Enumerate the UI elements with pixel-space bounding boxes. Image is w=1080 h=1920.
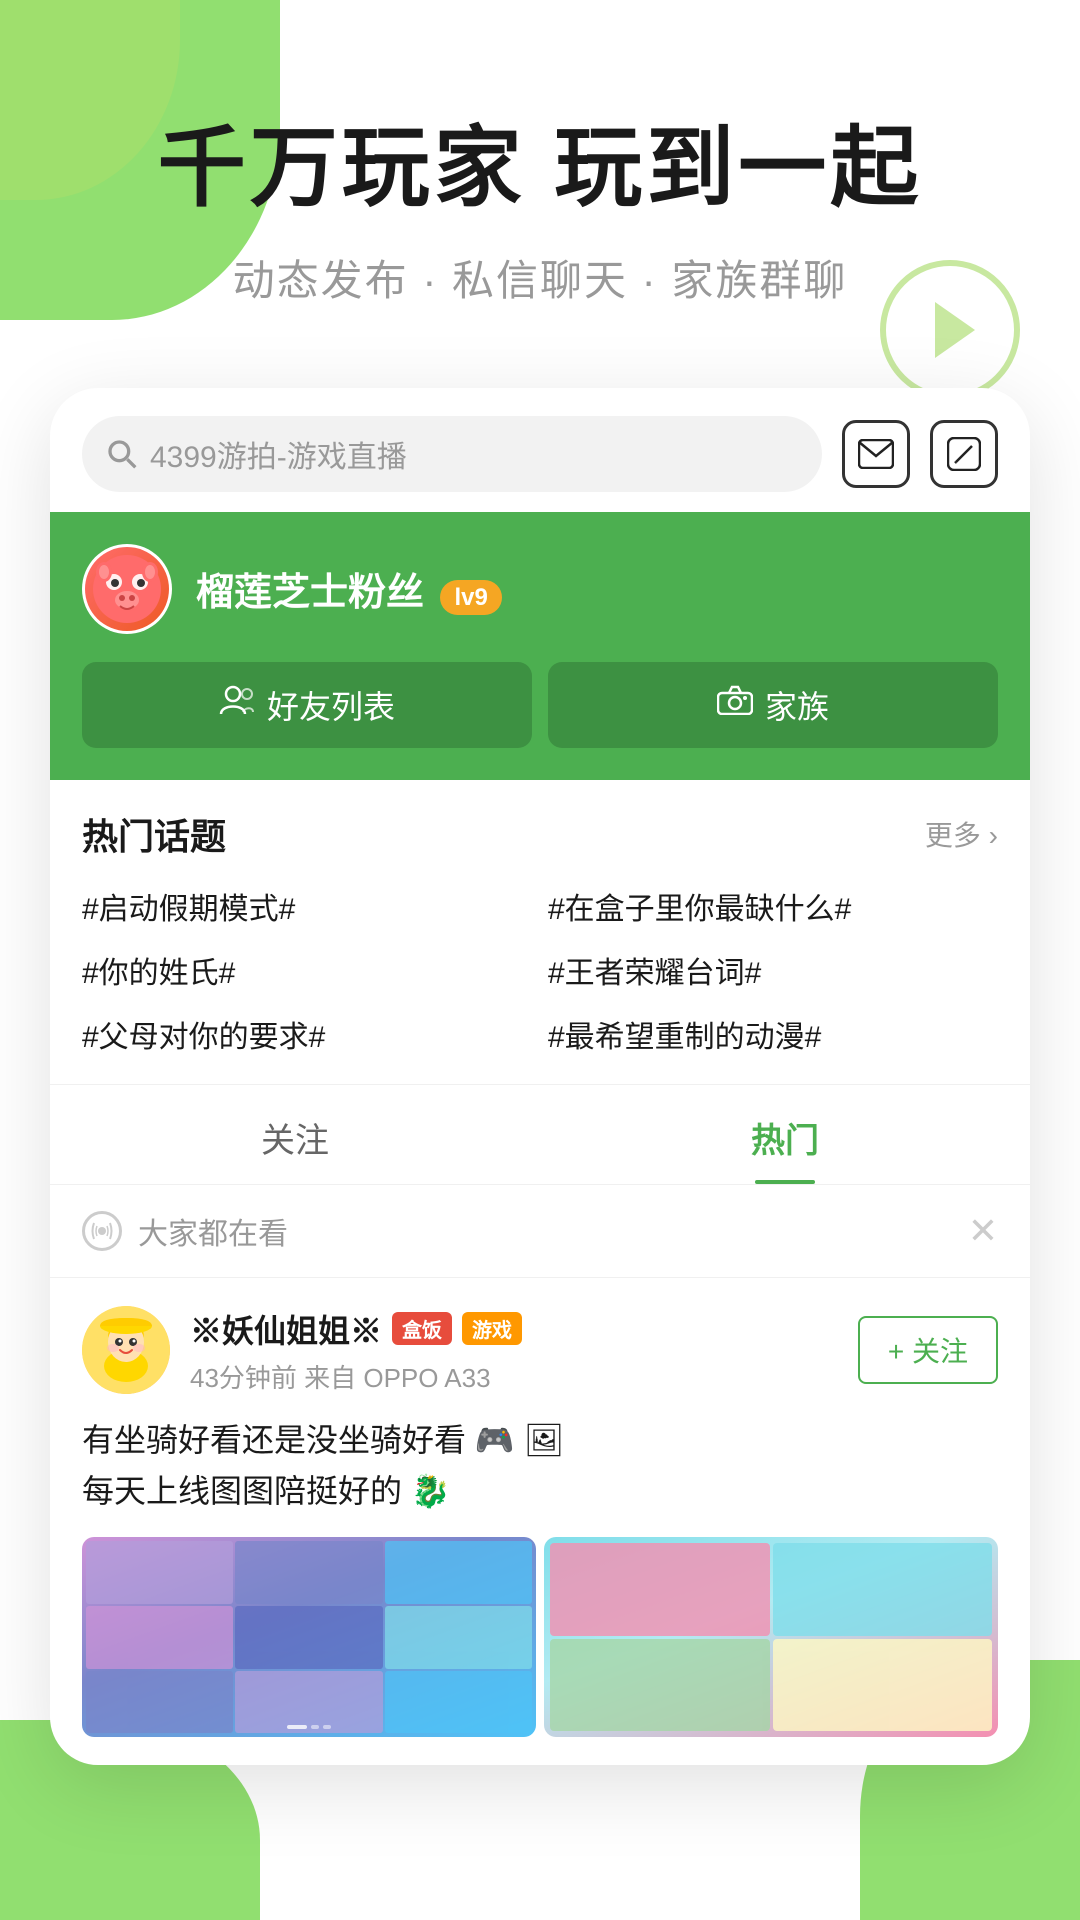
edit-icon xyxy=(947,437,981,471)
hot-topics-section: 热门话题 更多 › #启动假期模式# #在盒子里你最缺什么# #你的姓氏# #王… xyxy=(50,780,1030,1085)
topic-item-3[interactable]: #你的姓氏# xyxy=(82,948,532,992)
topic-item-2[interactable]: #在盒子里你最缺什么# xyxy=(548,884,998,928)
post-username: ※妖仙姐姐※ 盒饭 游戏 xyxy=(190,1306,838,1352)
edit-button[interactable] xyxy=(930,420,998,488)
post-card: ※妖仙姐姐※ 盒饭 游戏 43分钟前 来自 OPPO A33 + 关注 有坐骑好… xyxy=(50,1278,1030,1765)
avatar xyxy=(82,544,172,634)
post-avatar xyxy=(82,1306,170,1394)
post-content: 有坐骑好看还是没坐骑好看 🎮 🖼 每天上线图图陪挺好的 🐉 xyxy=(82,1415,998,1517)
topic-item-6[interactable]: #最希望重制的动漫# xyxy=(548,1012,998,1056)
phone-mockup: 4399游拍-游戏直播 xyxy=(50,388,1030,1765)
family-label: 家族 xyxy=(765,682,829,728)
post-header: ※妖仙姐姐※ 盒饭 游戏 43分钟前 来自 OPPO A33 + 关注 xyxy=(82,1306,998,1395)
search-icon xyxy=(106,438,138,470)
play-decoration xyxy=(880,260,1020,400)
mail-icon xyxy=(858,439,894,469)
post-images xyxy=(82,1537,998,1737)
tab-follow[interactable]: 关注 xyxy=(50,1085,540,1184)
follow-button[interactable]: + 关注 xyxy=(858,1316,998,1384)
post-image-1[interactable] xyxy=(82,1537,536,1737)
user-card: 榴莲芝士粉丝 lv9 好友列表 xyxy=(50,512,1030,780)
username: 榴莲芝士粉丝 xyxy=(196,572,424,614)
user-name-row: 榴莲芝士粉丝 lv9 xyxy=(196,561,502,616)
broadcast-icon xyxy=(82,1211,122,1251)
post-content-line2: 每天上线图图陪挺好的 🐉 xyxy=(82,1466,998,1517)
search-row: 4399游拍-游戏直播 xyxy=(50,388,1030,512)
post-content-line1: 有坐骑好看还是没坐骑好看 🎮 🖼 xyxy=(82,1415,998,1466)
post-meta: 43分钟前 来自 OPPO A33 xyxy=(190,1358,838,1395)
search-input-text: 4399游拍-游戏直播 xyxy=(150,432,407,476)
tabs-row: 关注 热门 xyxy=(50,1085,1030,1185)
hot-topics-title: 热门话题 xyxy=(82,808,226,860)
level-badge: lv9 xyxy=(440,580,501,615)
hot-topics-header: 热门话题 更多 › xyxy=(82,808,998,860)
post-user-info: ※妖仙姐姐※ 盒饭 游戏 43分钟前 来自 OPPO A33 xyxy=(190,1306,838,1395)
mail-button[interactable] xyxy=(842,420,910,488)
watching-banner: 大家都在看 ✕ xyxy=(50,1185,1030,1278)
watching-text: 大家都在看 xyxy=(138,1209,952,1253)
badge-orange: 游戏 xyxy=(462,1312,522,1345)
topics-grid: #启动假期模式# #在盒子里你最缺什么# #你的姓氏# #王者荣耀台词# #父母… xyxy=(82,884,998,1056)
avatar-image xyxy=(85,547,169,631)
topic-item-1[interactable]: #启动假期模式# xyxy=(82,884,532,928)
friends-icon xyxy=(219,682,255,727)
post-image-2[interactable] xyxy=(544,1537,998,1737)
family-button[interactable]: 家族 xyxy=(548,662,998,748)
user-info: 榴莲芝士粉丝 lv9 xyxy=(82,544,998,634)
topic-item-5[interactable]: #父母对你的要求# xyxy=(82,1012,532,1056)
friends-button[interactable]: 好友列表 xyxy=(82,662,532,748)
friends-label: 好友列表 xyxy=(267,682,395,728)
more-topics-button[interactable]: 更多 › xyxy=(925,814,998,854)
badge-red: 盒饭 xyxy=(392,1312,452,1345)
close-banner-button[interactable]: ✕ xyxy=(968,1210,998,1252)
user-action-buttons: 好友列表 家族 xyxy=(82,662,998,748)
search-bar[interactable]: 4399游拍-游戏直播 xyxy=(82,416,822,492)
topic-item-4[interactable]: #王者荣耀台词# xyxy=(548,948,998,992)
hero-title: 千万玩家 玩到一起 xyxy=(60,120,1020,217)
camera-icon xyxy=(717,685,753,724)
avatar-svg xyxy=(92,554,162,624)
hero-subtitle: 动态发布 · 私信聊天 · 家族群聊 xyxy=(60,247,1020,308)
tab-hot[interactable]: 热门 xyxy=(540,1085,1030,1184)
